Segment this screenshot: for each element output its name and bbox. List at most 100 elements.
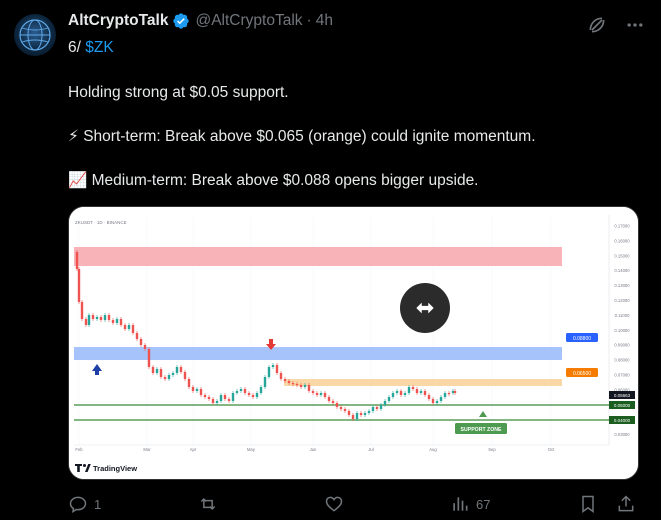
candle-body (371, 407, 375, 411)
candle-body (267, 367, 271, 377)
time-axis-tick: Jun (310, 447, 317, 452)
retweet-icon (200, 497, 216, 511)
candle-body (263, 377, 267, 387)
candle-body (207, 397, 211, 399)
resistance-zone-orange (284, 379, 562, 386)
candle-body (175, 367, 179, 373)
candle-body (147, 349, 151, 367)
avatar[interactable] (14, 14, 56, 56)
share-button[interactable] (616, 494, 636, 514)
candle-body (423, 391, 427, 395)
grok-icon[interactable] (585, 13, 609, 37)
candle-body (159, 369, 163, 377)
candle-body (283, 379, 287, 381)
candle-body (271, 365, 275, 367)
more-options-icon[interactable] (623, 13, 647, 37)
svg-text:0.05663: 0.05663 (614, 393, 631, 398)
tweet-text-line-1: Holding strong at $0.05 support. (68, 84, 289, 101)
candle-body (259, 387, 263, 393)
price-tag-middle: 0.06500 (566, 368, 598, 377)
candle-body (287, 381, 291, 383)
candle-body (143, 345, 147, 349)
candle-body (239, 389, 243, 391)
price-tag-upper: 0.08800 (566, 333, 598, 342)
candle-body (223, 395, 227, 399)
candle-body (87, 315, 91, 325)
candle-body (77, 269, 81, 302)
tweet-text-line-2-body: Short-term: Break above $0.065 (orange) … (83, 128, 536, 145)
candle-body (453, 391, 457, 393)
candle-body (295, 384, 299, 386)
bookmark-button[interactable] (578, 494, 616, 514)
expand-image-button[interactable] (400, 283, 450, 333)
time-axis-tick: Aug (429, 447, 437, 452)
retweet-button[interactable] (198, 494, 324, 514)
thread-number: 6/ (68, 39, 81, 56)
candle-body (427, 395, 431, 399)
candle-body (299, 385, 303, 387)
views-button[interactable]: 67 (450, 494, 578, 514)
price-tag-lower-a: 0.05000 (609, 401, 635, 409)
candle-body (183, 372, 187, 379)
candle-body (123, 325, 127, 329)
candle-body (99, 317, 103, 320)
price-axis-tick: 0.17000 (614, 224, 630, 229)
tweet-text-line-2: ⚡ Short-term: Break above $0.065 (orange… (68, 127, 536, 146)
candle-body (415, 389, 419, 393)
candle-body (383, 401, 387, 405)
candle-body (347, 411, 351, 415)
time-axis-tick: Oct (548, 447, 555, 452)
like-button[interactable] (324, 494, 450, 514)
price-axis-tick: 0.08000 (614, 358, 630, 363)
candle-body (243, 389, 247, 393)
candle-body (195, 389, 199, 391)
heart-icon (325, 496, 343, 512)
candle-body (95, 317, 99, 319)
price-axis-tick: 0.09000 (614, 343, 630, 348)
chart-source: ZKUSDT · 1D · BINANCE (75, 220, 127, 225)
cashtag-link[interactable]: $ZK (85, 39, 113, 56)
candle-body (447, 393, 451, 395)
candle-body (80, 302, 84, 319)
candle-body (359, 413, 363, 415)
candle-body (107, 315, 111, 320)
price-axis-tick: 0.15000 (614, 253, 630, 258)
candle-body (84, 319, 88, 325)
candle-body (435, 401, 439, 403)
handle[interactable]: @AltCryptoTalk (195, 12, 302, 30)
candle-body (307, 385, 311, 391)
chart-image[interactable]: ZKUSDT · 1D · BINANCE SUPPORT ZONE 0.170… (68, 206, 639, 480)
tweet-text-line-3: 📈 Medium-term: Break above $0.088 opens … (68, 171, 479, 190)
candle-body (315, 393, 319, 395)
views-icon (453, 497, 468, 511)
thread-index: 6/ $ZK (68, 39, 114, 57)
candle-body (131, 325, 135, 333)
candle-body (247, 393, 251, 395)
candle-body (231, 393, 235, 401)
candle-body (351, 415, 355, 419)
display-name[interactable]: AltCryptoTalk (68, 12, 168, 30)
bookmark-icon (582, 495, 594, 513)
reply-icon (69, 496, 87, 513)
lightning-emoji-icon: ⚡ (68, 128, 79, 145)
price-tag-lower-b: 0.04000 (609, 416, 635, 424)
candle-body (355, 413, 359, 419)
candle-body (395, 391, 399, 393)
svg-text:0.05000: 0.05000 (614, 403, 631, 408)
candle-body (291, 383, 295, 385)
candle-body (151, 367, 155, 373)
svg-text:0.04000: 0.04000 (614, 418, 631, 423)
price-axis-tick: 0.13000 (614, 283, 630, 288)
timestamp[interactable]: 4h (316, 12, 333, 30)
svg-text:0.08800: 0.08800 (573, 336, 591, 342)
candle-body (91, 315, 95, 319)
candle-body (279, 373, 283, 379)
chart-up-emoji-icon: 📈 (68, 172, 88, 189)
reply-button[interactable]: 1 (68, 494, 198, 514)
candle-body (103, 315, 107, 320)
candle-body (119, 319, 123, 325)
candle-body (235, 391, 239, 393)
resistance-zone-red (74, 247, 562, 266)
price-chart: ZKUSDT · 1D · BINANCE SUPPORT ZONE 0.170… (69, 207, 638, 479)
candle-body (167, 375, 171, 379)
